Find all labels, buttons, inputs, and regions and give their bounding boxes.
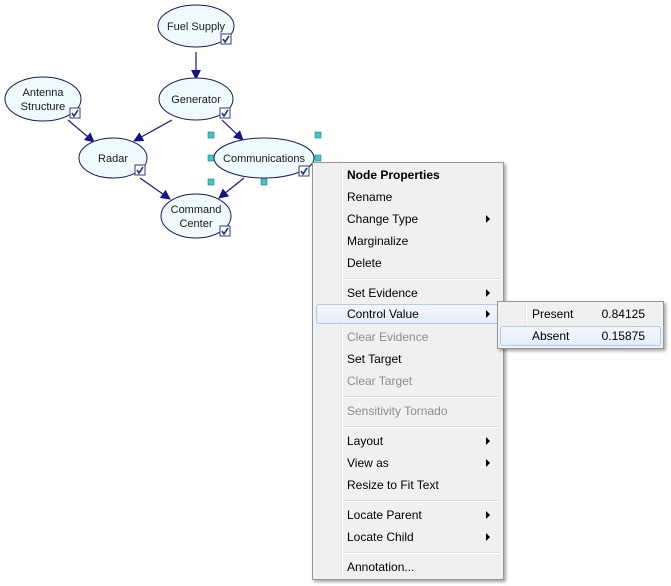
menu-item-label: Sensitivity Tornado [347,404,448,418]
menu-item-sensitivity-tornado: Sensitivity Tornado [316,401,500,421]
menu-item-layout[interactable]: Layout [316,431,500,451]
edge-communications-to-command-center[interactable] [218,177,245,199]
menu-item-node-properties[interactable]: Node Properties [316,165,500,185]
menu-separator [344,396,500,398]
edge-generator-to-radar[interactable] [133,119,173,142]
menu-item-locate-child[interactable]: Locate Child [316,527,500,547]
menu-item-delete[interactable]: Delete [316,253,500,273]
menu-separator [344,426,500,428]
menu-item-control-value[interactable]: Control Value [316,304,500,324]
menu-item-label: Set Target [347,352,402,366]
menu-item-label: Clear Target [347,374,413,388]
menu-item-marginalize[interactable]: Marginalize [316,231,500,251]
selection-handle[interactable] [207,178,215,186]
checkbox-icon[interactable] [298,165,310,177]
submenu-arrow-icon [486,533,490,541]
node-command-center[interactable]: Command Center [160,193,232,239]
menu-item-rename[interactable]: Rename [316,187,500,207]
node-label: Command [171,204,222,216]
edge-generator-to-communications[interactable] [221,119,244,141]
menu-item-label: View as [347,456,389,470]
menu-item-view-as[interactable]: View as [316,453,500,473]
menu-item-label: Set Evidence [347,286,418,300]
submenu-item-present[interactable]: Present 0.84125 [500,304,661,324]
menu-item-clear-evidence: Clear Evidence [316,327,500,347]
state-name: Absent [532,329,570,343]
selection-handle[interactable] [260,178,268,186]
checkbox-icon[interactable] [219,107,231,119]
menu-item-locate-parent[interactable]: Locate Parent [316,505,500,525]
menu-item-label: Locate Parent [347,508,422,522]
menu-item-label: Resize to Fit Text [347,478,439,492]
submenu-arrow-icon [486,511,490,519]
state-probability: 0.84125 [601,307,645,321]
selection-handle[interactable] [207,131,215,139]
menu-item-annotation[interactable]: Annotation... [316,557,500,577]
menu-item-label: Node Properties [347,168,440,182]
menu-separator [344,278,500,280]
menu-item-resize-to-fit-text[interactable]: Resize to Fit Text [316,475,500,495]
submenu-item-absent[interactable]: Absent 0.15875 [500,326,661,346]
context-menu: Node Properties Rename Change Type Margi… [312,162,504,580]
menu-item-label: Clear Evidence [347,330,429,344]
node-fuel-supply[interactable]: Fuel Supply [157,4,235,48]
menu-item-label: Locate Child [347,530,414,544]
edge-antenna-structure-to-radar[interactable] [67,119,95,143]
menu-item-set-evidence[interactable]: Set Evidence [316,283,500,303]
edge-radar-to-command-center[interactable] [139,177,171,200]
menu-item-set-target[interactable]: Set Target [316,349,500,369]
menu-separator [344,500,500,502]
state-name: Present [532,307,574,321]
menu-item-label: Annotation... [347,560,415,574]
menu-item-label: Change Type [347,212,419,226]
menu-item-change-type[interactable]: Change Type [316,209,500,229]
menu-item-label: Layout [347,434,384,448]
menu-item-clear-target: Clear Target [316,371,500,391]
node-label: Center [179,218,212,230]
menu-separator [344,552,500,554]
edges [67,52,245,200]
node-label: Structure [21,101,66,113]
node-generator[interactable]: Generator [158,77,234,121]
submenu-arrow-icon [486,215,490,223]
selection-handle[interactable] [314,131,322,139]
checkbox-icon[interactable] [134,164,146,176]
submenu-arrow-icon [486,459,490,467]
menu-item-label: Delete [347,256,382,270]
state-probability: 0.15875 [601,329,645,343]
menu-item-label: Control Value [347,307,419,321]
node-label: Radar [98,153,128,165]
checkbox-icon[interactable] [219,225,231,237]
menu-item-label: Rename [347,190,393,204]
menu-item-label: Marginalize [347,234,409,248]
node-label: Communications [223,153,305,165]
node-label: Generator [171,94,221,106]
selection-handle[interactable] [207,154,215,162]
checkbox-icon[interactable] [69,107,81,119]
node-antenna-structure[interactable]: Antenna Structure [4,76,82,122]
checkbox-icon[interactable] [220,33,232,45]
submenu-arrow-icon [486,310,490,318]
submenu-arrow-icon [486,437,490,445]
selection-handle[interactable] [314,154,322,162]
node-radar[interactable]: Radar [78,137,148,179]
node-label: Antenna [23,87,65,99]
submenu-arrow-icon [486,289,490,297]
node-communications[interactable]: Communications [213,137,315,179]
control-value-submenu: Present 0.84125 Absent 0.15875 [497,301,664,349]
node-label: Fuel Supply [167,21,226,33]
